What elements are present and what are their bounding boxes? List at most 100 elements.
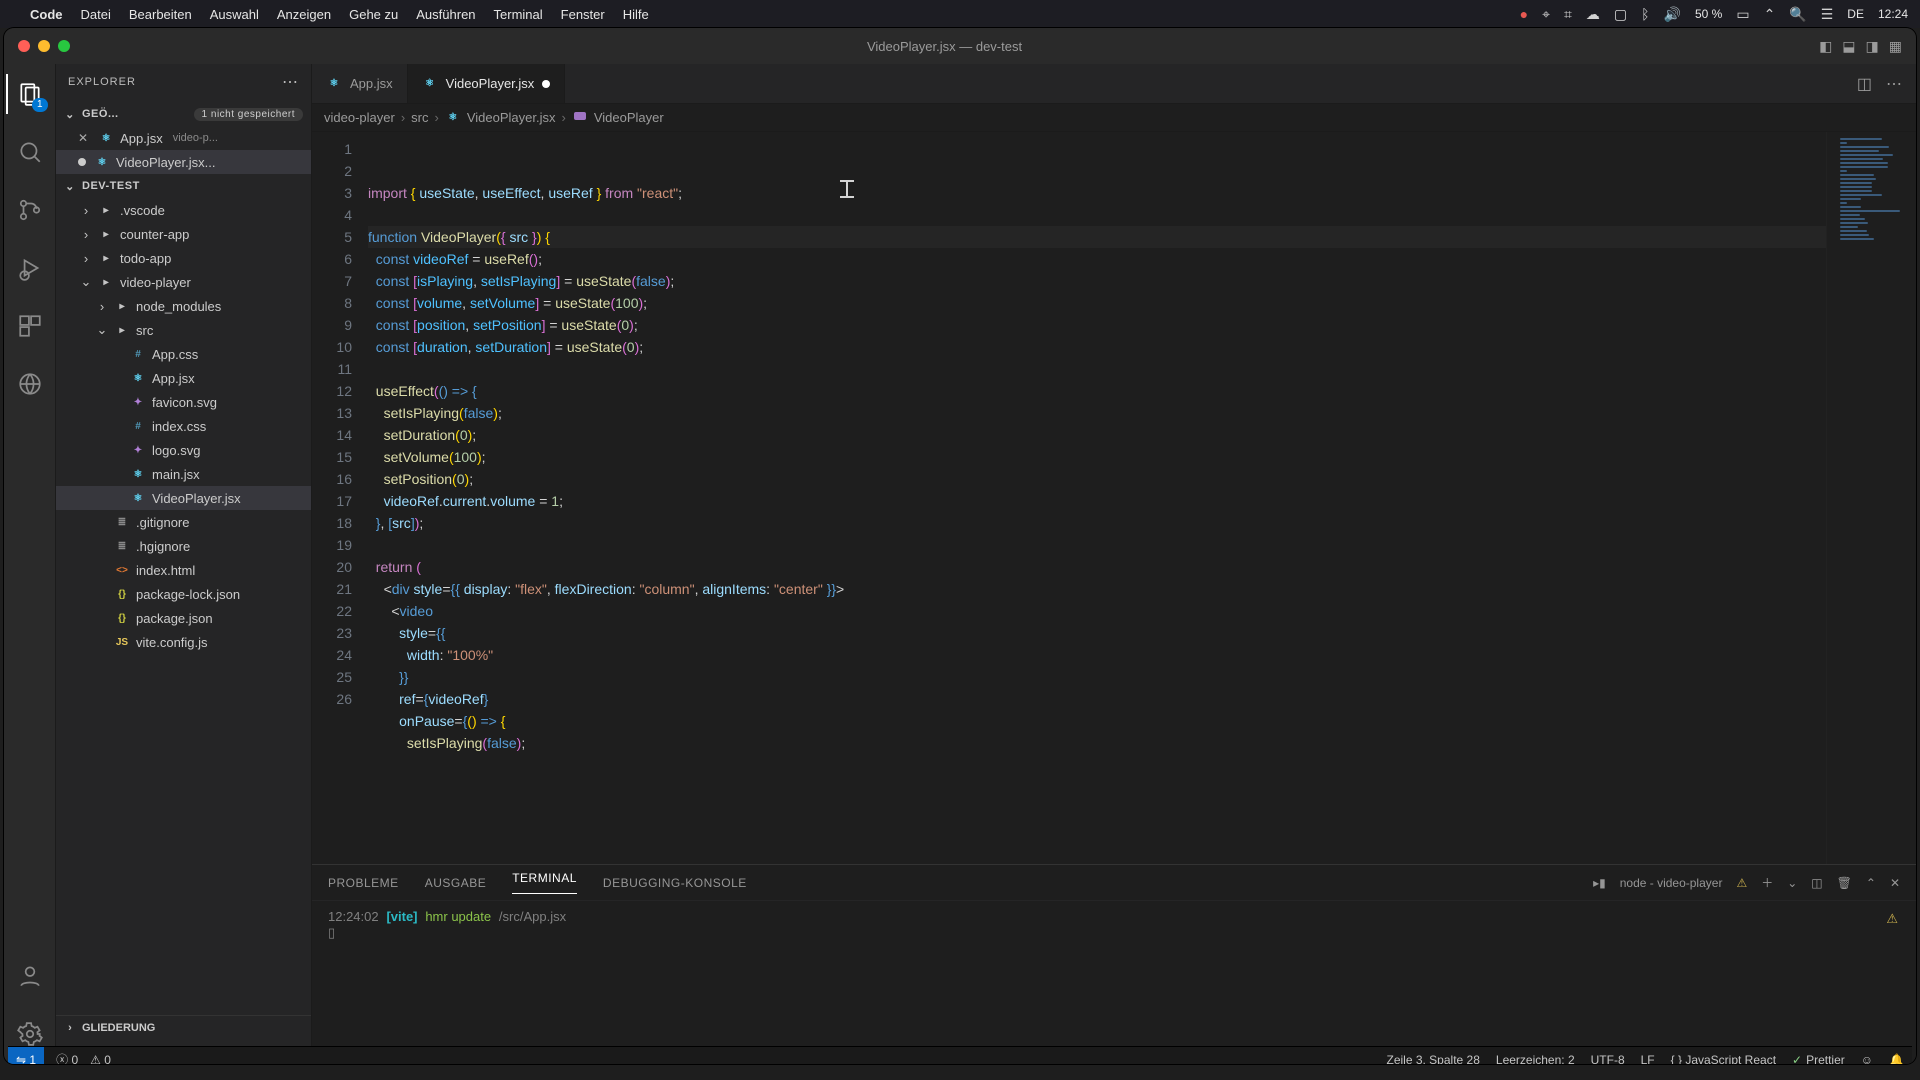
open-editor-item[interactable]: ⚛ VideoPlayer.jsx... [56, 150, 311, 174]
customize-layout-icon[interactable]: ▦ [1889, 38, 1902, 55]
new-terminal-icon[interactable]: ＋ [1761, 874, 1773, 891]
folder-item[interactable]: ›▸node_modules [56, 294, 311, 318]
panel-max-icon[interactable]: ⌃ [1866, 876, 1876, 890]
record-icon[interactable]: ● [1520, 6, 1528, 22]
file-item[interactable]: <>index.html [56, 558, 311, 582]
battery-pct[interactable]: 50 % [1695, 7, 1722, 21]
bluetooth-icon[interactable]: ᛒ [1641, 6, 1649, 22]
feedback-icon[interactable]: ☺ [1861, 1053, 1873, 1065]
minimap[interactable] [1826, 132, 1916, 864]
remote-indicator[interactable]: ⇋ 1 [8, 1047, 44, 1065]
open-editors-section[interactable]: ⌄ GEÖ... 1 nicht gespeichert [56, 102, 311, 126]
warning-icon[interactable]: ⚠ [1886, 911, 1898, 927]
folder-item[interactable]: ›▸counter-app [56, 222, 311, 246]
split-editor-icon[interactable]: ◫ [1857, 74, 1872, 94]
fullscreen-window-button[interactable] [58, 40, 70, 52]
breadcrumb-seg[interactable]: video-player [324, 110, 395, 125]
code-content[interactable]: import { useState, useEffect, useRef } f… [368, 132, 1826, 864]
menu-select[interactable]: Auswahl [210, 7, 259, 22]
status-warnings[interactable]: ⚠ 0 [90, 1053, 111, 1065]
file-item[interactable]: #index.css [56, 414, 311, 438]
breadcrumb-seg[interactable]: src [411, 110, 428, 125]
panel-tab-debug[interactable]: DEBUGGING-KONSOLE [603, 876, 747, 890]
file-item[interactable]: {}package-lock.json [56, 582, 311, 606]
layout-secondary-sidebar-icon[interactable]: ◨ [1866, 38, 1879, 55]
panel-tab-terminal[interactable]: TERMINAL [512, 871, 577, 894]
breadcrumb-seg[interactable]: VideoPlayer.jsx [467, 110, 556, 125]
activity-scm[interactable] [6, 186, 54, 234]
sidebar-more-icon[interactable]: ⋯ [282, 72, 299, 92]
editor-more-icon[interactable]: ⋯ [1886, 74, 1902, 94]
battery-icon[interactable]: ▭ [1736, 6, 1749, 23]
input-lang[interactable]: DE [1847, 7, 1864, 21]
file-item[interactable]: ≣.gitignore [56, 510, 311, 534]
status-cursor-pos[interactable]: Zeile 3, Spalte 28 [1386, 1053, 1479, 1065]
menu-view[interactable]: Anzeigen [277, 7, 331, 22]
file-item[interactable]: #App.css [56, 342, 311, 366]
clock[interactable]: 12:24 [1878, 7, 1908, 21]
folder-item[interactable]: ›▸.vscode [56, 198, 311, 222]
tab-app[interactable]: ⚛ App.jsx [312, 64, 408, 103]
minimize-window-button[interactable] [38, 40, 50, 52]
menu-file[interactable]: Datei [81, 7, 111, 22]
menu-window[interactable]: Fenster [561, 7, 605, 22]
activity-explorer[interactable]: 1 [6, 70, 54, 118]
cloud-icon[interactable]: ☁ [1586, 6, 1600, 23]
activity-search[interactable] [6, 128, 54, 176]
menu-help[interactable]: Hilfe [623, 7, 649, 22]
file-item[interactable]: ✦logo.svg [56, 438, 311, 462]
close-icon[interactable]: ✕ [78, 131, 88, 145]
tray-icon[interactable]: ⌗ [1564, 6, 1572, 23]
folder-item[interactable]: ⌄▸video-player [56, 270, 311, 294]
code-editor[interactable]: 1234567891011121314151617181920212223242… [312, 132, 1916, 864]
close-window-button[interactable] [18, 40, 30, 52]
workspace-root[interactable]: ⌄ DEV-TEST [56, 174, 311, 198]
file-item[interactable]: ✦favicon.svg [56, 390, 311, 414]
breadcrumb[interactable]: video-player› src› ⚛ VideoPlayer.jsx› Vi… [312, 104, 1916, 132]
folder-item[interactable]: ⌄▸src [56, 318, 311, 342]
volume-icon[interactable]: 🔊 [1664, 6, 1681, 23]
file-item[interactable]: {}package.json [56, 606, 311, 630]
terminal-dropdown-icon[interactable]: ⌄ [1787, 876, 1797, 890]
activity-remote[interactable] [6, 360, 54, 408]
terminal-launch-icon[interactable]: ▸▮ [1593, 876, 1606, 890]
file-item[interactable]: ⚛main.jsx [56, 462, 311, 486]
panel-tab-output[interactable]: AUSGABE [425, 876, 487, 890]
status-eol[interactable]: LF [1641, 1053, 1655, 1065]
split-terminal-icon[interactable]: ◫ [1811, 876, 1822, 890]
menu-run[interactable]: Ausführen [416, 7, 475, 22]
wifi-icon[interactable]: ⌃ [1764, 6, 1776, 23]
status-lang[interactable]: { } JavaScript React [1671, 1053, 1776, 1065]
activity-accounts[interactable] [6, 952, 54, 1000]
folder-item[interactable]: ›▸todo-app [56, 246, 311, 270]
status-errors[interactable]: ⓧ 0 [56, 1051, 78, 1064]
warning-icon[interactable]: ⚠ [1736, 876, 1747, 890]
file-item[interactable]: ⚛App.jsx [56, 366, 311, 390]
spotlight-icon[interactable]: 🔍 [1789, 6, 1806, 23]
status-encoding[interactable]: UTF-8 [1591, 1053, 1625, 1065]
open-editor-item[interactable]: ✕ ⚛ App.jsx video-p... [56, 126, 311, 150]
layout-panel-icon[interactable]: ⬓ [1842, 38, 1855, 55]
terminal-body[interactable]: 12:24:02 [vite] hmr update /src/App.jsx … [312, 901, 1916, 1064]
file-item[interactable]: ⚛VideoPlayer.jsx [56, 486, 311, 510]
file-item[interactable]: ≣.hgignore [56, 534, 311, 558]
tab-videoplayer[interactable]: ⚛ VideoPlayer.jsx [408, 64, 566, 103]
menu-edit[interactable]: Bearbeiten [129, 7, 192, 22]
terminal-process-label[interactable]: node - video-player [1620, 876, 1723, 890]
menu-goto[interactable]: Gehe zu [349, 7, 398, 22]
control-center-icon[interactable]: ☰ [1821, 6, 1834, 23]
notifications-icon[interactable]: 🔔 [1889, 1053, 1904, 1065]
panel-tab-problems[interactable]: PROBLEME [328, 876, 399, 890]
status-indent[interactable]: Leerzeichen: 2 [1496, 1053, 1575, 1065]
file-item[interactable]: JSvite.config.js [56, 630, 311, 654]
activity-debug[interactable] [6, 244, 54, 292]
compass-icon[interactable]: ⌖ [1542, 6, 1550, 23]
layout-primary-sidebar-icon[interactable]: ◧ [1819, 38, 1832, 55]
breadcrumb-seg[interactable]: VideoPlayer [594, 110, 664, 125]
panel-close-icon[interactable]: ✕ [1890, 876, 1900, 890]
menubar-appname[interactable]: Code [30, 7, 63, 22]
kill-terminal-icon[interactable]: 🗑 [1837, 876, 1852, 890]
outline-section[interactable]: › GLIEDERUNG [56, 1016, 311, 1040]
menu-terminal[interactable]: Terminal [494, 7, 543, 22]
airplay-icon[interactable]: ▢ [1614, 6, 1627, 23]
